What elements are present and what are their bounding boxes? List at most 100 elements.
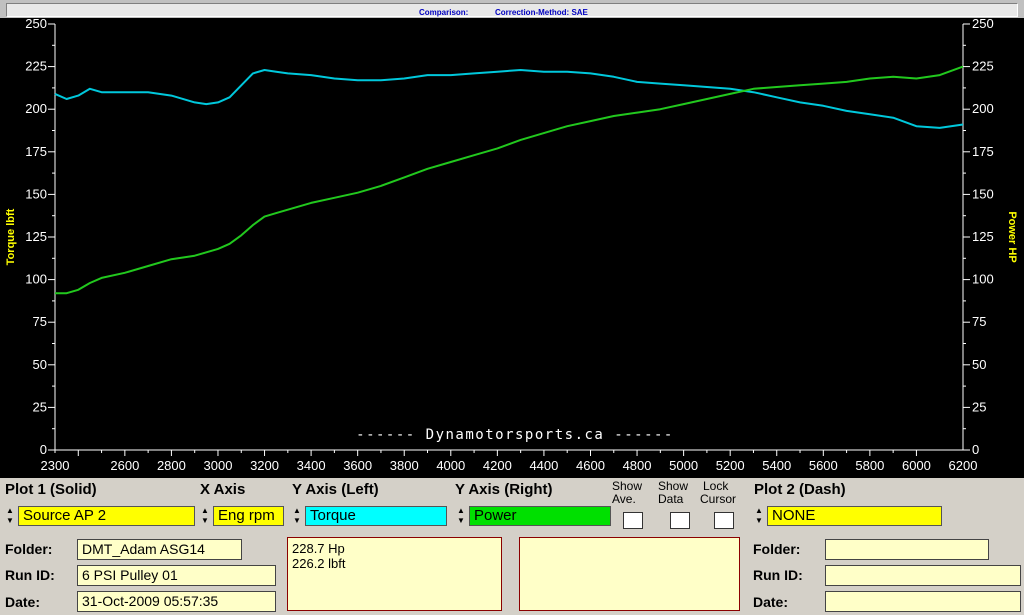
y-left-tick-label: 0 <box>40 442 47 457</box>
y-right-tick-label: 100 <box>972 272 994 287</box>
show-data-checkbox[interactable] <box>670 512 690 529</box>
folder-label: Folder: <box>5 541 53 557</box>
spin-up-icon[interactable]: ▲ <box>293 507 301 515</box>
date-field[interactable]: 31-Oct-2009 05:57:35 <box>77 591 276 612</box>
y-left-tick-label: 225 <box>25 59 47 74</box>
y-axis-left-title: Y Axis (Left) <box>292 481 379 498</box>
spin-down-icon[interactable]: ▼ <box>457 517 465 525</box>
x-tick-label: 3400 <box>297 458 326 473</box>
y-left-tick-label: 175 <box>25 144 47 159</box>
y-axis-right-value[interactable]: Power <box>469 506 611 526</box>
y-right-tick-label: 75 <box>972 314 986 329</box>
y-right-tick-label: 250 <box>972 18 994 31</box>
y-left-tick-label: 50 <box>33 357 47 372</box>
y-axis-left-spinner[interactable]: ▲ ▼ <box>291 506 304 526</box>
torque-line <box>54 69 964 129</box>
folder-field[interactable]: DMT_Adam ASG14 <box>77 539 242 560</box>
title-bar: Comparison: Correction-Method: SAE <box>0 0 1024 19</box>
plot2-date-label: Date: <box>753 594 789 610</box>
cursor-readout-1: 228.7 Hp 226.2 lbft <box>287 537 502 611</box>
plot2-date-field[interactable] <box>825 591 1021 612</box>
x-tick-label: 3600 <box>343 458 372 473</box>
title-bar-panel: Comparison: Correction-Method: SAE <box>6 3 1018 17</box>
x-tick-label: 4000 <box>436 458 465 473</box>
x-tick-label: 3200 <box>250 458 279 473</box>
y-left-tick-label: 200 <box>25 101 47 116</box>
show-ave-label-2: Ave. <box>612 492 636 506</box>
x-tick-label: 5400 <box>762 458 791 473</box>
x-tick-label: 2600 <box>110 458 139 473</box>
y-right-tick-label: 25 <box>972 399 986 414</box>
y-axis-right-title: Y Axis (Right) <box>455 481 553 498</box>
x-tick-label: 4600 <box>576 458 605 473</box>
spin-up-icon[interactable]: ▲ <box>457 507 465 515</box>
spin-up-icon[interactable]: ▲ <box>755 507 763 515</box>
show-data-label-2: Data <box>658 492 684 506</box>
y-right-tick-label: 175 <box>972 144 994 159</box>
y-right-tick-label: 0 <box>972 442 979 457</box>
y-axis-right-select[interactable]: ▲ ▼ Power <box>455 506 611 526</box>
x-tick-label: 5800 <box>855 458 884 473</box>
x-tick-label: 4400 <box>529 458 558 473</box>
x-axis-value[interactable]: Eng rpm <box>213 506 284 526</box>
plot2-folder-field[interactable] <box>825 539 989 560</box>
spin-up-icon[interactable]: ▲ <box>6 507 14 515</box>
lock-cursor-label-2: Cursor <box>700 492 737 506</box>
run-id-label: Run ID: <box>5 567 55 583</box>
plot2-source-spinner[interactable]: ▲ ▼ <box>753 506 766 526</box>
x-tick-label: 4800 <box>623 458 652 473</box>
x-tick-label: 5000 <box>669 458 698 473</box>
x-tick-label: 4200 <box>483 458 512 473</box>
x-tick-label: 5200 <box>716 458 745 473</box>
y-left-tick-label: 250 <box>25 18 47 31</box>
y-right-tick-label: 200 <box>972 101 994 116</box>
spin-down-icon[interactable]: ▼ <box>293 517 301 525</box>
comparison-label: Comparison: <box>419 8 469 17</box>
y-left-tick-label: 125 <box>25 229 47 244</box>
readout-power: 228.7 Hp <box>292 541 345 556</box>
readout-torque: 226.2 lbft <box>292 556 346 571</box>
x-axis-select[interactable]: ▲ ▼ Eng rpm <box>199 506 284 526</box>
show-ave-checkbox[interactable] <box>623 512 643 529</box>
plot2-source-value[interactable]: NONE <box>767 506 942 526</box>
y-axis-right-spinner[interactable]: ▲ ▼ <box>455 506 468 526</box>
y-right-tick-label: 50 <box>972 357 986 372</box>
y-axis-left-select[interactable]: ▲ ▼ Torque <box>291 506 447 526</box>
plot2-run-id-label: Run ID: <box>753 567 803 583</box>
spin-down-icon[interactable]: ▼ <box>201 517 209 525</box>
y-left-tick-label: 75 <box>33 314 47 329</box>
watermark-text: ------ Dynamotorsports.ca ------ <box>356 427 674 443</box>
plot2-run-id-field[interactable] <box>825 565 1021 586</box>
y-right-tick-label: 225 <box>972 59 994 74</box>
plot1-source-select[interactable]: ▲ ▼ Source AP 2 <box>4 506 195 526</box>
x-tick-label: 3000 <box>204 458 233 473</box>
correction-method-label: Correction-Method: SAE <box>495 8 588 17</box>
spin-down-icon[interactable]: ▼ <box>755 517 763 525</box>
dyno-chart[interactable]: 0 0 25 25 50 50 75 75 100 100 125 125 150 150 175 175 20… <box>0 18 1024 478</box>
y-left-tick-label: 100 <box>25 272 47 287</box>
spin-down-icon[interactable]: ▼ <box>6 517 14 525</box>
x-tick-label: 3800 <box>390 458 419 473</box>
x-axis-title: X Axis <box>200 481 246 498</box>
dyno-chart-svg[interactable]: 0 0 25 25 50 50 75 75 100 100 125 125 150 150 175 175 20… <box>0 18 1024 478</box>
x-tick-label: 2300 <box>41 458 70 473</box>
plot1-title: Plot 1 (Solid) <box>5 481 97 498</box>
run-id-field[interactable]: 6 PSI Pulley 01 <box>77 565 276 586</box>
y-axis-left-value[interactable]: Torque <box>305 506 447 526</box>
spin-up-icon[interactable]: ▲ <box>201 507 209 515</box>
x-tick-label: 6200 <box>949 458 978 473</box>
y-right-tick-label: 125 <box>972 229 994 244</box>
plot1-source-spinner[interactable]: ▲ ▼ <box>4 506 17 526</box>
y-left-tick-label: 150 <box>25 186 47 201</box>
x-axis-spinner[interactable]: ▲ ▼ <box>199 506 212 526</box>
cursor-readout-2 <box>519 537 740 611</box>
x-tick-label: 2800 <box>157 458 186 473</box>
lock-cursor-checkbox[interactable] <box>714 512 734 529</box>
y-axis-left-label: Torque lbft <box>5 208 17 265</box>
plot1-source-value[interactable]: Source AP 2 <box>18 506 195 526</box>
date-label: Date: <box>5 594 41 610</box>
plot2-title: Plot 2 (Dash) <box>754 481 846 498</box>
plot2-source-select[interactable]: ▲ ▼ NONE <box>753 506 942 526</box>
y-right-tick-label: 150 <box>972 186 994 201</box>
y-left-tick-label: 25 <box>33 399 47 414</box>
